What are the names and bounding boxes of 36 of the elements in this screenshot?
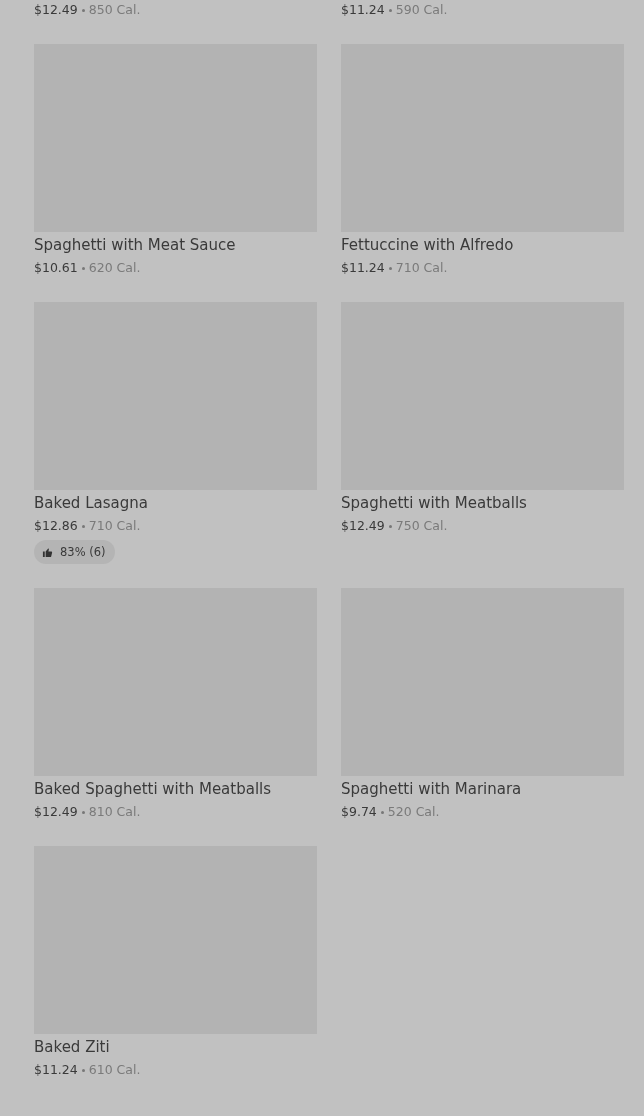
separator-dot-icon	[81, 266, 85, 270]
item-name: Fettuccine with Alfredo	[341, 235, 515, 256]
item-name: Baked Lasagna	[34, 493, 149, 514]
item-name: Baked Spaghetti with Meatballs	[34, 779, 273, 800]
calories: 710 Cal.	[88, 517, 141, 535]
calories: 620 Cal.	[88, 259, 141, 277]
calories: 520 Cal.	[387, 803, 440, 821]
price: $11.24	[341, 1, 385, 19]
price: $12.49	[34, 803, 78, 821]
calories: 590 Cal.	[395, 1, 448, 19]
item-name: Spaghetti with Meat Sauce	[34, 235, 237, 256]
calories: 850 Cal.	[88, 1, 141, 19]
calories: 610 Cal.	[88, 1061, 141, 1079]
price: $11.24	[34, 1061, 78, 1079]
price: $12.49	[341, 517, 385, 535]
calories: 710 Cal.	[395, 259, 448, 277]
item-name: Baked Ziti	[34, 1037, 111, 1058]
item-name: Spaghetti with Meatballs	[341, 493, 528, 514]
separator-dot-icon	[380, 810, 384, 814]
separator-dot-icon	[81, 8, 85, 12]
price: $9.74	[341, 803, 377, 821]
thumbs-up-icon	[42, 546, 53, 558]
price: $12.49	[34, 1, 78, 19]
separator-dot-icon	[81, 1068, 85, 1072]
separator-dot-icon	[388, 8, 392, 12]
separator-dot-icon	[81, 524, 85, 528]
item-name: Spaghetti with Marinara	[341, 779, 523, 800]
separator-dot-icon	[388, 266, 392, 270]
rating-badge: 83% (6)	[34, 540, 115, 564]
calories: 810 Cal.	[88, 803, 141, 821]
price: $10.61	[34, 259, 78, 277]
separator-dot-icon	[388, 524, 392, 528]
calories: 750 Cal.	[395, 517, 448, 535]
separator-dot-icon	[81, 810, 85, 814]
price: $11.24	[341, 259, 385, 277]
price: $12.86	[34, 517, 78, 535]
